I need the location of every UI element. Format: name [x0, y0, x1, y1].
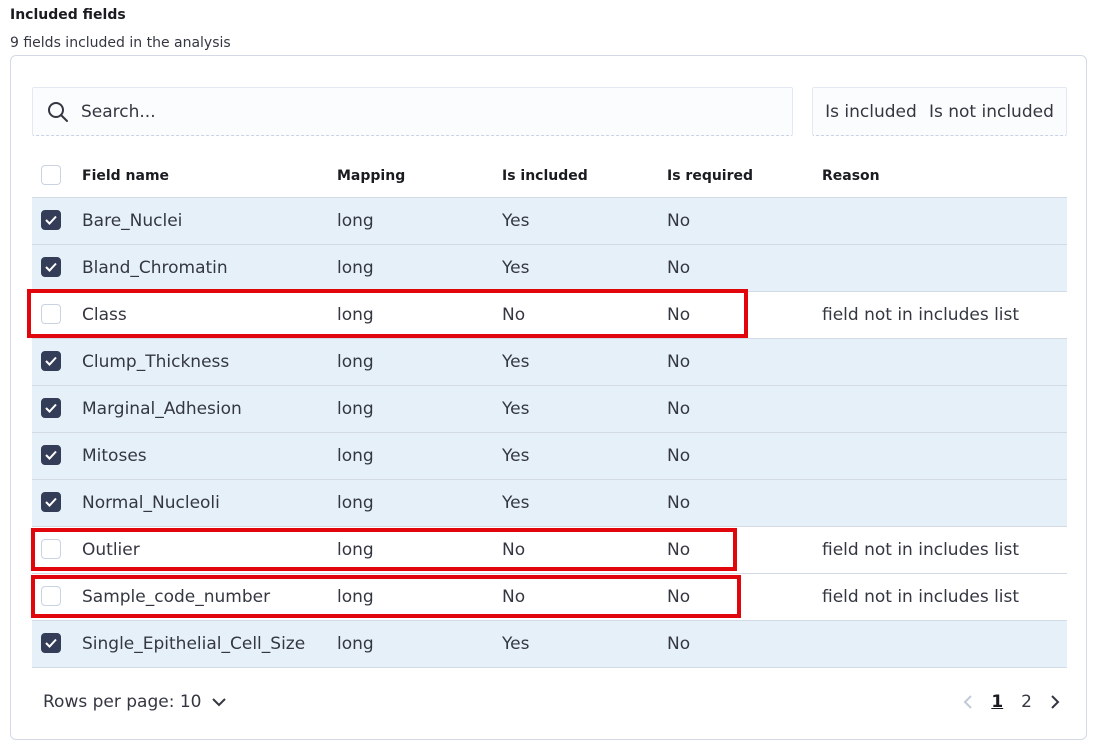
table-row[interactable]: Outlier long No No field not in includes lis…: [32, 527, 1067, 574]
column-header-is-included[interactable]: Is included: [502, 168, 588, 184]
table-row[interactable]: Normal_Nucleoli long Yes No: [32, 480, 1067, 527]
checkmark-icon: [45, 450, 57, 460]
cell-field-name: Marginal_Adhesion: [82, 399, 242, 419]
table-row[interactable]: Sample_code_number long No No field not in i…: [32, 574, 1067, 621]
table-row[interactable]: Single_Epithelial_Cell_Size long Yes No: [32, 621, 1067, 668]
checkmark-icon: [45, 638, 57, 648]
cell-field-name: Outlier: [82, 540, 140, 560]
cell-is-required: No: [667, 634, 691, 654]
search-input[interactable]: [81, 88, 781, 135]
cell-field-name: Class: [82, 305, 127, 325]
fields-table: Field name Mapping Is included Is requir…: [32, 152, 1067, 668]
select-all-checkbox[interactable]: [41, 165, 61, 185]
page-button-2[interactable]: 2: [1021, 692, 1032, 712]
cell-is-included: Yes: [502, 258, 530, 278]
cell-is-included: No: [502, 305, 526, 325]
cell-mapping: long: [337, 493, 374, 513]
chevron-down-icon: [212, 698, 227, 707]
cell-is-included: Yes: [502, 399, 530, 419]
table-row[interactable]: Clump_Thickness long Yes No: [32, 339, 1067, 386]
cell-is-included: Yes: [502, 352, 530, 372]
cell-is-required: No: [667, 399, 691, 419]
row-checkbox[interactable]: [41, 633, 61, 653]
cell-field-name: Single_Epithelial_Cell_Size: [82, 634, 306, 654]
table-row[interactable]: Bland_Chromatin long Yes No: [32, 245, 1067, 292]
cell-mapping: long: [337, 399, 374, 419]
table-row[interactable]: Marginal_Adhesion long Yes No: [32, 386, 1067, 433]
cell-mapping: long: [337, 258, 374, 278]
search-icon: [48, 102, 68, 122]
cell-is-required: No: [667, 352, 691, 372]
cell-is-required: No: [667, 587, 691, 607]
cell-field-name: Clump_Thickness: [82, 352, 230, 372]
cell-reason: field not in includes list: [822, 540, 1020, 560]
cell-is-required: No: [667, 493, 691, 513]
table-row[interactable]: Bare_Nuclei long Yes No: [32, 198, 1067, 245]
cell-mapping: long: [337, 540, 374, 560]
column-header-is-required[interactable]: Is required: [667, 168, 753, 184]
table-header: Field name Mapping Is included Is requir…: [32, 152, 1067, 198]
next-page-button[interactable]: [1050, 694, 1060, 710]
section-title: Included fields: [10, 7, 126, 23]
cell-mapping: long: [337, 634, 374, 654]
page-button-1[interactable]: 1: [991, 692, 1003, 712]
column-header-mapping[interactable]: Mapping: [337, 168, 405, 184]
cell-is-required: No: [667, 258, 691, 278]
cell-field-name: Mitoses: [82, 446, 147, 466]
cell-mapping: long: [337, 446, 374, 466]
cell-is-required: No: [667, 305, 691, 325]
cell-field-name: Bare_Nuclei: [82, 211, 183, 231]
chevron-right-icon: [1051, 695, 1060, 709]
rows-per-page-selector[interactable]: Rows per page: 10: [43, 692, 227, 712]
cell-is-included: Yes: [502, 211, 530, 231]
table-body: Bare_Nuclei long Yes No Bland_Chromatin long Y…: [32, 198, 1067, 668]
cell-reason: field not in includes list: [822, 305, 1020, 325]
cell-mapping: long: [337, 587, 374, 607]
column-header-reason: Reason: [822, 168, 880, 184]
cell-is-required: No: [667, 211, 691, 231]
rows-per-page-label: Rows per page: 10: [43, 692, 202, 712]
cell-mapping: long: [337, 305, 374, 325]
chevron-left-icon: [963, 695, 973, 709]
checkmark-icon: [45, 356, 57, 366]
filter-included-button[interactable]: Is included: [825, 102, 917, 122]
table-row[interactable]: Class long No No field not in includes list: [32, 292, 1067, 339]
cell-field-name: Sample_code_number: [82, 587, 271, 607]
checkmark-icon: [45, 262, 57, 272]
included-filter-group: Is included Is not included: [812, 87, 1067, 136]
cell-is-included: Yes: [502, 493, 530, 513]
cell-is-included: Yes: [502, 446, 530, 466]
row-checkbox[interactable]: [41, 492, 61, 512]
cell-is-included: Yes: [502, 634, 530, 654]
cell-field-name: Bland_Chromatin: [82, 258, 228, 278]
row-checkbox[interactable]: [41, 257, 61, 277]
cell-is-required: No: [667, 446, 691, 466]
checkmark-icon: [45, 497, 57, 507]
fields-panel: Is included Is not included Field name M…: [10, 55, 1087, 740]
row-checkbox[interactable]: [41, 539, 61, 559]
section-description: 9 fields included in the analysis: [10, 35, 231, 51]
previous-page-button[interactable]: [963, 694, 973, 710]
table-row[interactable]: Mitoses long Yes No: [32, 433, 1067, 480]
cell-is-included: No: [502, 540, 526, 560]
checkmark-icon: [45, 403, 57, 413]
checkmark-icon: [45, 215, 57, 225]
row-checkbox[interactable]: [41, 398, 61, 418]
column-header-field-name[interactable]: Field name: [82, 168, 169, 184]
row-checkbox[interactable]: [41, 445, 61, 465]
cell-reason: field not in includes list: [822, 587, 1020, 607]
filter-not-included-button[interactable]: Is not included: [929, 102, 1054, 122]
row-checkbox[interactable]: [41, 586, 61, 606]
cell-field-name: Normal_Nucleoli: [82, 493, 220, 513]
pagination: 1 2: [963, 692, 1060, 712]
cell-is-included: No: [502, 587, 526, 607]
cell-mapping: long: [337, 211, 374, 231]
row-checkbox[interactable]: [41, 304, 61, 324]
search-box[interactable]: [32, 87, 793, 136]
cell-mapping: long: [337, 352, 374, 372]
cell-is-required: No: [667, 540, 691, 560]
row-checkbox[interactable]: [41, 351, 61, 371]
row-checkbox[interactable]: [41, 210, 61, 230]
